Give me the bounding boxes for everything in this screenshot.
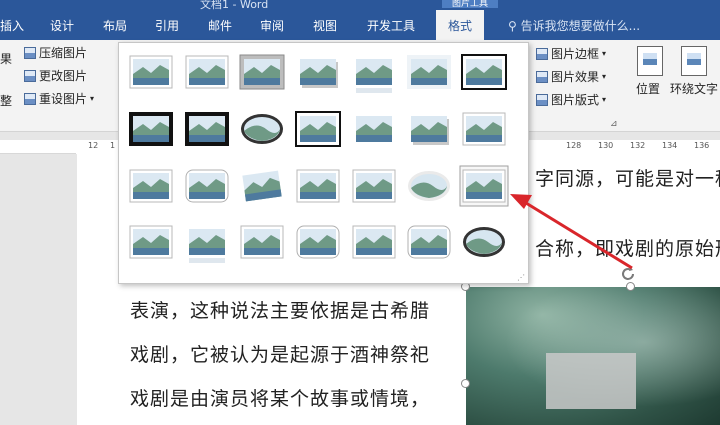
picture-border-button[interactable]: 图片边框 ▾ — [536, 45, 606, 62]
picture-layout-button[interactable]: 图片版式 ▾ — [536, 91, 606, 108]
picture-border-icon — [536, 47, 548, 60]
ruler-mark: 12 — [88, 141, 99, 150]
document-text-line[interactable]: 戏剧是由演员将某个故事或情境， — [130, 384, 430, 411]
picture-style-thumbnail[interactable]: 剪去对角，白色 — [129, 169, 173, 203]
position-button[interactable]: 位置 — [636, 80, 660, 97]
ruler-mark: 1 — [110, 141, 116, 150]
picture-style-thumbnail[interactable]: 中等复杂框架，黑色 — [356, 116, 392, 142]
picture-effects-icon — [536, 70, 548, 83]
picture-style-thumbnail[interactable]: 金属椭圆 — [463, 227, 505, 257]
blurred-region — [546, 353, 636, 409]
picture-style-thumbnail[interactable]: 柔化边缘椭圆 — [408, 171, 450, 201]
picture-style-thumbnail[interactable]: 映像右透视 — [189, 229, 225, 263]
compress-icon — [24, 46, 36, 59]
picture-style-thumbnail[interactable]: 映像棱台，白色 — [407, 225, 451, 259]
change-picture-button[interactable]: 更改图片 — [24, 67, 87, 84]
document-text-line[interactable]: 表演，这种说法主要依据是古希腊 — [130, 296, 430, 323]
picture-styles-grid: 简单框架，白色棱台亚光，白色金属框架矩形投影映像圆角矩形柔化边缘矩形双框架，黑色… — [129, 54, 509, 263]
picture-style-thumbnail[interactable]: 金属圆角矩形 — [296, 225, 340, 259]
gallery-resize-grip-icon[interactable]: ⋰ — [517, 273, 525, 282]
picture-style-thumbnail[interactable]: 柔化边缘矩形 — [407, 55, 451, 89]
picture-layout-icon — [536, 93, 548, 106]
tab-3[interactable]: 引用 — [155, 17, 179, 34]
document-text-line[interactable]: 字同源，可能是对一种 — [535, 164, 720, 191]
ruler-mark: 130 — [598, 141, 614, 150]
ribbon-left-fragment-2: 整 — [0, 94, 13, 108]
reset-picture-icon — [24, 92, 36, 105]
tab-0[interactable]: 插入 — [0, 17, 24, 34]
picture-style-thumbnail[interactable]: 透视阴影，白色 — [296, 169, 340, 203]
picture-style-thumbnail[interactable]: 圆角矩形 — [185, 169, 229, 203]
picture-style-thumbnail[interactable]: 双框架，黑色 — [461, 54, 507, 90]
picture-style-thumbnail[interactable]: 简单框架，黑色 — [185, 112, 229, 146]
tab-2[interactable]: 布局 — [103, 17, 127, 34]
context-tab-group-label: 图片工具 — [442, 0, 498, 9]
selected-picture[interactable] — [466, 287, 720, 425]
picture-style-thumbnail[interactable]: 棱台椭圆，黑色 — [241, 114, 283, 144]
ribbon-left-fragment: 果 — [0, 52, 13, 66]
picture-style-thumbnail[interactable]: 棱台亚光，白色 — [185, 55, 229, 89]
dialog-launcher-icon[interactable]: ⊿ — [610, 119, 618, 129]
picture-style-thumbnail[interactable]: 松散透视，白色 — [352, 169, 396, 203]
chevron-down-icon: ▾ — [602, 49, 607, 58]
picture-style-thumbnail[interactable]: 旋转，白色 — [242, 170, 282, 202]
picture-style-thumbnail[interactable]: 简单框架，白色 — [129, 55, 173, 89]
resize-handle-top[interactable] — [626, 282, 635, 291]
picture-style-thumbnail[interactable]: 映像圆角矩形 — [356, 59, 392, 93]
picture-effects-button[interactable]: 图片效果 ▾ — [536, 68, 606, 85]
tab-1[interactable]: 设计 — [50, 17, 74, 34]
tab-format[interactable]: 格式 — [436, 10, 485, 40]
tab-6[interactable]: 视图 — [313, 17, 337, 34]
change-picture-icon — [24, 69, 36, 82]
position-icon[interactable] — [637, 46, 663, 76]
picture-style-thumbnail[interactable]: 圆形对角，白色 — [462, 112, 506, 146]
tell-me-search[interactable]: ⚲ 告诉我您想要做什么... — [508, 17, 640, 34]
ruler-mark: 132 — [630, 141, 646, 150]
title-bar: 文档1 - Word 图片工具 — [0, 0, 720, 11]
picture-style-thumbnail[interactable]: 棱台透视 — [129, 225, 173, 259]
ruler-mark: 128 — [566, 141, 582, 150]
tab-5[interactable]: 审阅 — [260, 17, 284, 34]
tab-4[interactable]: 邮件 — [208, 17, 232, 34]
tab-7[interactable]: 开发工具 — [367, 17, 415, 34]
picture-styles-gallery: 简单框架，白色棱台亚光，白色金属框架矩形投影映像圆角矩形柔化边缘矩形双框架，黑色… — [118, 42, 529, 284]
picture-style-thumbnail[interactable]: 金属框架 — [239, 54, 285, 90]
rotate-handle-icon[interactable] — [620, 266, 636, 282]
chevron-down-icon: ▾ — [90, 94, 95, 103]
picture-style-thumbnail[interactable]: 居中矩形阴影 — [411, 116, 449, 145]
picture-style-thumbnail[interactable]: 复杂框架，黑色 — [295, 111, 341, 147]
document-text-line[interactable]: 合称，即戏剧的原始形 — [535, 234, 720, 261]
picture-style-thumbnail[interactable]: 厚重亚光，黑色 — [129, 112, 173, 146]
picture-style-thumbnail[interactable]: 映像棱台，黑色 — [352, 225, 396, 259]
resize-handle-left[interactable] — [461, 379, 470, 388]
reset-picture-button[interactable]: 重设图片 ▾ — [24, 90, 94, 107]
chevron-down-icon: ▾ — [602, 95, 607, 104]
picture-style-thumbnail[interactable]: 矩形投影 — [300, 59, 338, 88]
picture-style-thumbnail[interactable]: 棱台左透视，白色 — [240, 225, 284, 259]
document-text-line[interactable]: 戏剧，它被认为是起源于酒神祭祀 — [130, 340, 430, 367]
picture-style-thumbnail[interactable]: 棱台矩形 — [459, 165, 509, 207]
wrap-text-button[interactable]: 环绕文字 — [670, 80, 718, 97]
lightbulb-icon: ⚲ — [508, 19, 517, 33]
chevron-down-icon: ▾ — [602, 72, 607, 81]
ribbon-tab-bar: 插入 设计 布局 引用 邮件 审阅 视图 开发工具 格式 ⚲ 告诉我您想要做什么... — [0, 10, 720, 40]
ruler-mark: 134 — [662, 141, 678, 150]
wrap-text-icon[interactable] — [681, 46, 707, 76]
ruler-mark: 136 — [694, 141, 710, 150]
compress-pictures-button[interactable]: 压缩图片 — [24, 44, 87, 61]
